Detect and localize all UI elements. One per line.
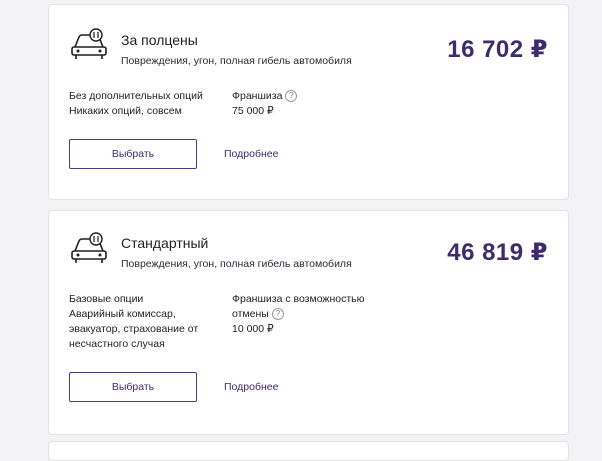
franchise-value: 10 000 ₽: [232, 323, 274, 335]
options-text: Аварийный комиссар, эвакуатор, страхован…: [69, 308, 199, 350]
question-circle-icon[interactable]: ?: [271, 308, 284, 321]
franchise-heading-label: Франшиза: [232, 90, 283, 102]
franchise-value: 75 000 ₽: [232, 105, 274, 117]
options-heading: Базовые опции: [69, 293, 144, 305]
details-link[interactable]: Подробнее: [224, 381, 278, 393]
plan-subtitle: Повреждения, угон, полная гибель автомоб…: [121, 55, 352, 67]
plan-card-next: [48, 441, 569, 461]
franchise-heading: Франшиза с возможностью отмены?: [232, 292, 392, 322]
plan-price: 16 702 ₽: [447, 36, 548, 63]
plan-subtitle: Повреждения, угон, полная гибель автомоб…: [121, 258, 352, 270]
options-text: Никаких опций, совсем: [69, 105, 182, 117]
car-icon: [71, 232, 107, 263]
plan-card-half-price: За полцены Повреждения, угон, полная гиб…: [48, 4, 569, 200]
franchise-heading-label: Франшиза с возможностью отмены: [232, 293, 365, 320]
select-button[interactable]: Выбрать: [69, 139, 197, 169]
plan-title: Стандартный: [121, 235, 209, 251]
details-link[interactable]: Подробнее: [224, 148, 278, 160]
plan-price: 46 819 ₽: [447, 239, 548, 266]
options-heading: Без дополнительных опций: [69, 90, 203, 102]
car-icon: [71, 28, 107, 59]
plan-title: За полцены: [121, 32, 198, 48]
franchise-heading: Франшиза?: [232, 89, 392, 104]
plan-card-standard: Стандартный Повреждения, угон, полная ги…: [48, 210, 569, 435]
select-button[interactable]: Выбрать: [69, 372, 197, 402]
question-circle-icon[interactable]: ?: [285, 90, 298, 103]
